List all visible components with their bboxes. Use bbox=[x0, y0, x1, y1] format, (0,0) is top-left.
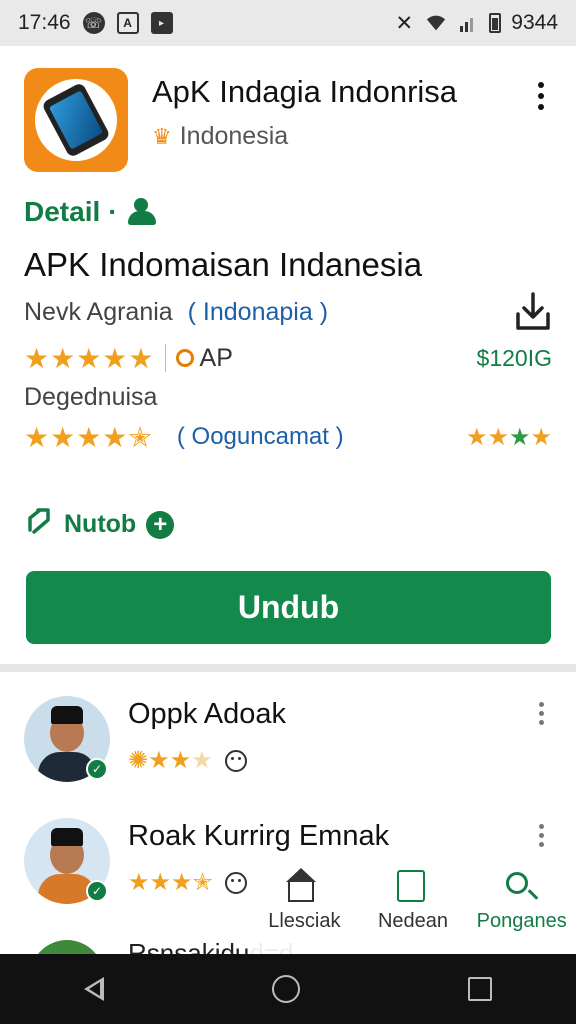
section-divider bbox=[0, 664, 576, 672]
whatsapp-icon: ☏ bbox=[82, 12, 105, 34]
bottom-navigation: Llesciak Nedean Ponganes bbox=[250, 866, 576, 954]
coin-icon bbox=[175, 349, 194, 367]
review-stars: ★★★✭ bbox=[128, 869, 213, 896]
status-time: 17:46 bbox=[18, 11, 71, 34]
document-icon bbox=[397, 870, 425, 902]
rating-stars: ★★★★★ bbox=[24, 342, 155, 374]
phone-app-icon bbox=[24, 68, 128, 172]
nav-item-document[interactable]: Nedean bbox=[359, 866, 468, 954]
nav-item-home[interactable]: Llesciak bbox=[250, 866, 359, 954]
category-label: Degednuisa bbox=[24, 383, 158, 411]
review-rating: ✺★★★ bbox=[128, 746, 247, 775]
detail-tab[interactable]: Detail · bbox=[24, 196, 158, 228]
share-icon bbox=[24, 506, 54, 543]
category-rating-row: ★★★★✭ ( Ooguncamat ) ★★★★ bbox=[24, 420, 552, 454]
developer-name: Nevk Agrania bbox=[24, 298, 173, 326]
mute-icon: ✕ bbox=[395, 11, 414, 35]
media-icon: ▸ bbox=[150, 12, 173, 34]
nav-label: Llesciak bbox=[268, 910, 341, 932]
emoji-icon[interactable] bbox=[224, 871, 247, 894]
app-title: ApK Indagia Indonrisa bbox=[152, 74, 458, 109]
review-item[interactable]: ✓ Oppk Adoak ✺★★★ bbox=[0, 696, 576, 806]
font-icon: A bbox=[116, 12, 139, 34]
battery-icon bbox=[489, 13, 502, 33]
emoji-icon[interactable] bbox=[224, 749, 247, 772]
download-icon[interactable] bbox=[514, 290, 552, 332]
price-label: $120IG bbox=[476, 344, 552, 371]
wifi-icon bbox=[425, 12, 447, 34]
nutob-action[interactable]: Nutob + bbox=[24, 506, 175, 543]
review-more-button[interactable] bbox=[536, 702, 546, 734]
mini-rating-stars: ★★★★ bbox=[465, 423, 552, 451]
ap-label: AP bbox=[199, 343, 233, 372]
download-button[interactable]: Undub bbox=[26, 571, 551, 644]
app-header: ApK Indagia Indonrisa ♛ Indonesia bbox=[24, 66, 556, 172]
home-circle-icon[interactable] bbox=[272, 975, 300, 1003]
category-stars: ★★★★✭ bbox=[24, 421, 153, 453]
developer-row: Nevk Agrania ( Indonapia ) bbox=[24, 298, 328, 327]
system-navigation-bar bbox=[0, 954, 576, 1024]
more-options-button[interactable] bbox=[526, 76, 556, 116]
nav-item-search[interactable]: Ponganes bbox=[467, 866, 576, 954]
back-icon[interactable] bbox=[84, 977, 104, 1001]
reviewer-name: Oppk Adoak bbox=[128, 698, 286, 730]
rating-row: ★★★★★ AP $120IG bbox=[24, 340, 552, 376]
reviewer-name: Roak Kurrirg Emnak bbox=[128, 820, 390, 852]
developer-link[interactable]: ( Indonapia ) bbox=[188, 298, 328, 326]
detail-label: Detail bbox=[24, 196, 101, 227]
review-stars: ✺★★★ bbox=[128, 747, 213, 774]
avatar bbox=[30, 940, 104, 954]
app-region-label: Indonesia bbox=[179, 122, 289, 150]
detail-title: APK Indomaisan Indanesia bbox=[24, 246, 423, 283]
verified-badge-icon: ✓ bbox=[86, 758, 108, 780]
nav-label: Nedean bbox=[377, 910, 449, 932]
ap-badge: AP bbox=[175, 343, 233, 373]
review-rating: ★★★✭ bbox=[128, 868, 247, 897]
status-bar: 17:46 ☏ A ▸ ✕ 9344 bbox=[0, 0, 576, 46]
signal-icon bbox=[457, 12, 479, 34]
category-link[interactable]: ( Ooguncamat ) bbox=[177, 423, 344, 451]
divider bbox=[164, 344, 166, 372]
home-icon bbox=[286, 868, 317, 902]
nav-label: Ponganes bbox=[476, 910, 567, 932]
search-icon bbox=[505, 872, 528, 894]
crown-icon: ♛ bbox=[152, 123, 172, 149]
battery-text: 9344 bbox=[511, 11, 558, 34]
app-region: ♛ Indonesia bbox=[152, 122, 288, 151]
person-icon bbox=[126, 198, 158, 226]
nutob-label: Nutob bbox=[64, 510, 137, 538]
verified-badge-icon: ✓ bbox=[86, 880, 108, 902]
dot-separator: · bbox=[108, 196, 118, 227]
recents-icon[interactable] bbox=[468, 977, 492, 1001]
review-more-button[interactable] bbox=[536, 824, 546, 856]
plus-icon: + bbox=[146, 510, 175, 539]
